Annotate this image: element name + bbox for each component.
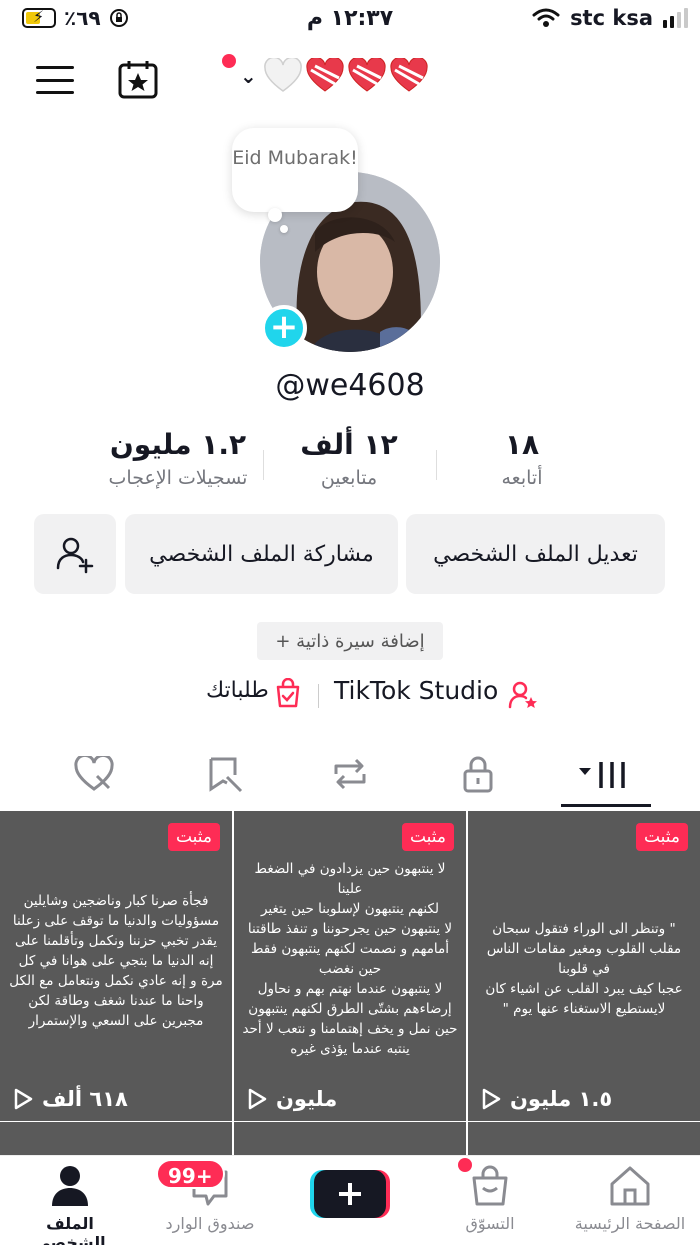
video-tile[interactable]: [234, 1122, 466, 1157]
orders-link[interactable]: طلباتك: [206, 678, 269, 703]
pinned-badge: مثبت: [635, 823, 688, 851]
nav-label: الصفحة الرئيسية: [574, 1214, 686, 1233]
videos-grid-icon: [579, 762, 625, 788]
video-tile[interactable]: مثبت فجأة صرنا كبار وناضجين وشايلين مسؤو…: [0, 811, 232, 1121]
video-caption: لا ينتبهون حين يزدادون في الضغط علينا لك…: [242, 861, 458, 1057]
tiktok-studio-link[interactable]: TikTok Studio: [334, 676, 498, 705]
video-tile[interactable]: مثبت لا ينتبهون حين يزدادون في الضغط علي…: [234, 811, 466, 1121]
content-tabs: [0, 748, 700, 810]
heart-red-icon: [348, 58, 386, 92]
tab-videos[interactable]: [555, 748, 655, 800]
divider: [318, 684, 319, 708]
signal-icon: [663, 8, 688, 28]
carrier-name: stc ksa: [570, 6, 653, 30]
add-bio-button[interactable]: + إضافة سيرة ذاتية: [257, 622, 443, 660]
shopping-bag-icon[interactable]: [274, 678, 302, 708]
pinned-badge: مثبت: [167, 823, 220, 851]
status-bubble[interactable]: Eid Mubarak!: [232, 128, 358, 212]
shop-bag-icon: [472, 1165, 508, 1206]
nav-label: التسوّق: [465, 1214, 515, 1233]
play-icon: [14, 1088, 33, 1110]
tab-saved[interactable]: [175, 748, 275, 800]
creator-star-icon[interactable]: [508, 680, 538, 710]
profile-links: طلباتك TikTok Studio: [0, 676, 700, 716]
heart-icons[interactable]: ⌄: [222, 54, 429, 94]
play-icon: [482, 1088, 501, 1110]
play-icon: [248, 1088, 267, 1110]
stat-label: متابعين: [320, 467, 378, 489]
tab-private[interactable]: [428, 748, 528, 800]
tab-liked[interactable]: [44, 748, 144, 800]
bubble-tail: [280, 225, 288, 233]
notification-dot: [458, 1158, 472, 1172]
create-button[interactable]: [310, 1168, 390, 1220]
stat-value: ١٨: [504, 428, 540, 461]
heart-red-icon: [306, 58, 344, 92]
share-profile-button[interactable]: مشاركة الملف الشخصي: [125, 514, 398, 594]
bubble-tail: [268, 208, 282, 222]
nav-shop[interactable]: التسوّق: [430, 1164, 550, 1233]
add-avatar-button[interactable]: +: [261, 305, 307, 351]
heart-red-icon: [390, 58, 428, 92]
pinned-badge: مثبت: [401, 823, 454, 851]
calendar-star-icon[interactable]: [117, 59, 159, 99]
edit-profile-button[interactable]: تعديل الملف الشخصي: [406, 514, 665, 594]
stat-followers[interactable]: ١٢ ألف متابعين: [264, 428, 434, 489]
notification-dot: [222, 54, 236, 68]
stat-following[interactable]: ١٨ أتابعه: [437, 428, 607, 489]
active-tab-indicator: [561, 804, 651, 807]
menu-icon[interactable]: [36, 66, 74, 94]
repost-icon: [334, 758, 366, 790]
status-right: stc ksa: [532, 6, 688, 30]
stat-value: ١.٢ مليون: [109, 428, 247, 461]
nav-label: الملف الشخصي: [34, 1214, 106, 1245]
view-count: ٦١٨ ألف: [12, 1087, 128, 1111]
bottom-nav: الملف الشخصي صندوق الوارد 99+ التسوّق ال…: [0, 1155, 700, 1245]
wifi-icon: [532, 8, 560, 27]
heart-white-icon: [263, 58, 302, 92]
video-tile[interactable]: [468, 1122, 700, 1157]
video-caption: فجأة صرنا كبار وناضجين وشايلين مسؤوليات …: [9, 893, 223, 1029]
nav-profile[interactable]: الملف الشخصي: [10, 1164, 130, 1245]
stat-likes[interactable]: ١.٢ مليون تسجيلات الإعجاب: [93, 428, 263, 489]
profile-stats: ١.٢ مليون تسجيلات الإعجاب ١٢ ألف متابعين…: [0, 428, 700, 508]
view-count: ١.٥ مليون: [480, 1087, 612, 1111]
nav-home[interactable]: الصفحة الرئيسية: [570, 1164, 690, 1233]
view-count: مليون: [246, 1087, 337, 1111]
bookmark-hidden-icon: [209, 757, 243, 793]
video-tile[interactable]: [0, 1122, 232, 1157]
nav-label: صندوق الوارد: [165, 1214, 255, 1233]
home-icon: [610, 1166, 650, 1206]
status-bar: ⚡ ٪٦٩ ١٢:٣٧ م stc ksa: [0, 0, 700, 40]
heart-hidden-icon: [74, 756, 114, 791]
view-count-text: مليون: [276, 1087, 338, 1111]
top-bar: ⌄: [0, 48, 700, 108]
stat-label: تسجيلات الإعجاب: [108, 467, 248, 489]
stat-value: ١٢ ألف: [300, 428, 398, 461]
stat-label: أتابعه: [501, 467, 543, 489]
profile-icon: [52, 1166, 88, 1206]
chevron-down-icon[interactable]: ⌄: [240, 64, 257, 88]
username: @we4608: [275, 368, 425, 403]
add-user-icon: [56, 537, 94, 574]
video-grid-row: [0, 1122, 700, 1157]
add-friend-button[interactable]: [34, 514, 116, 594]
tab-reposts[interactable]: [300, 748, 400, 800]
view-count-text: ٦١٨ ألف: [42, 1087, 128, 1111]
view-count-text: ١.٥ مليون: [510, 1087, 613, 1111]
video-tile[interactable]: مثبت " وتنظر الى الوراء فتقول سبحان مقلب…: [468, 811, 700, 1121]
lock-icon: [463, 756, 493, 793]
video-grid: مثبت فجأة صرنا كبار وناضجين وشايلين مسؤو…: [0, 811, 700, 1123]
inbox-badge: 99+: [156, 1159, 225, 1189]
video-caption: " وتنظر الى الوراء فتقول سبحان مقلب القل…: [485, 921, 683, 1017]
